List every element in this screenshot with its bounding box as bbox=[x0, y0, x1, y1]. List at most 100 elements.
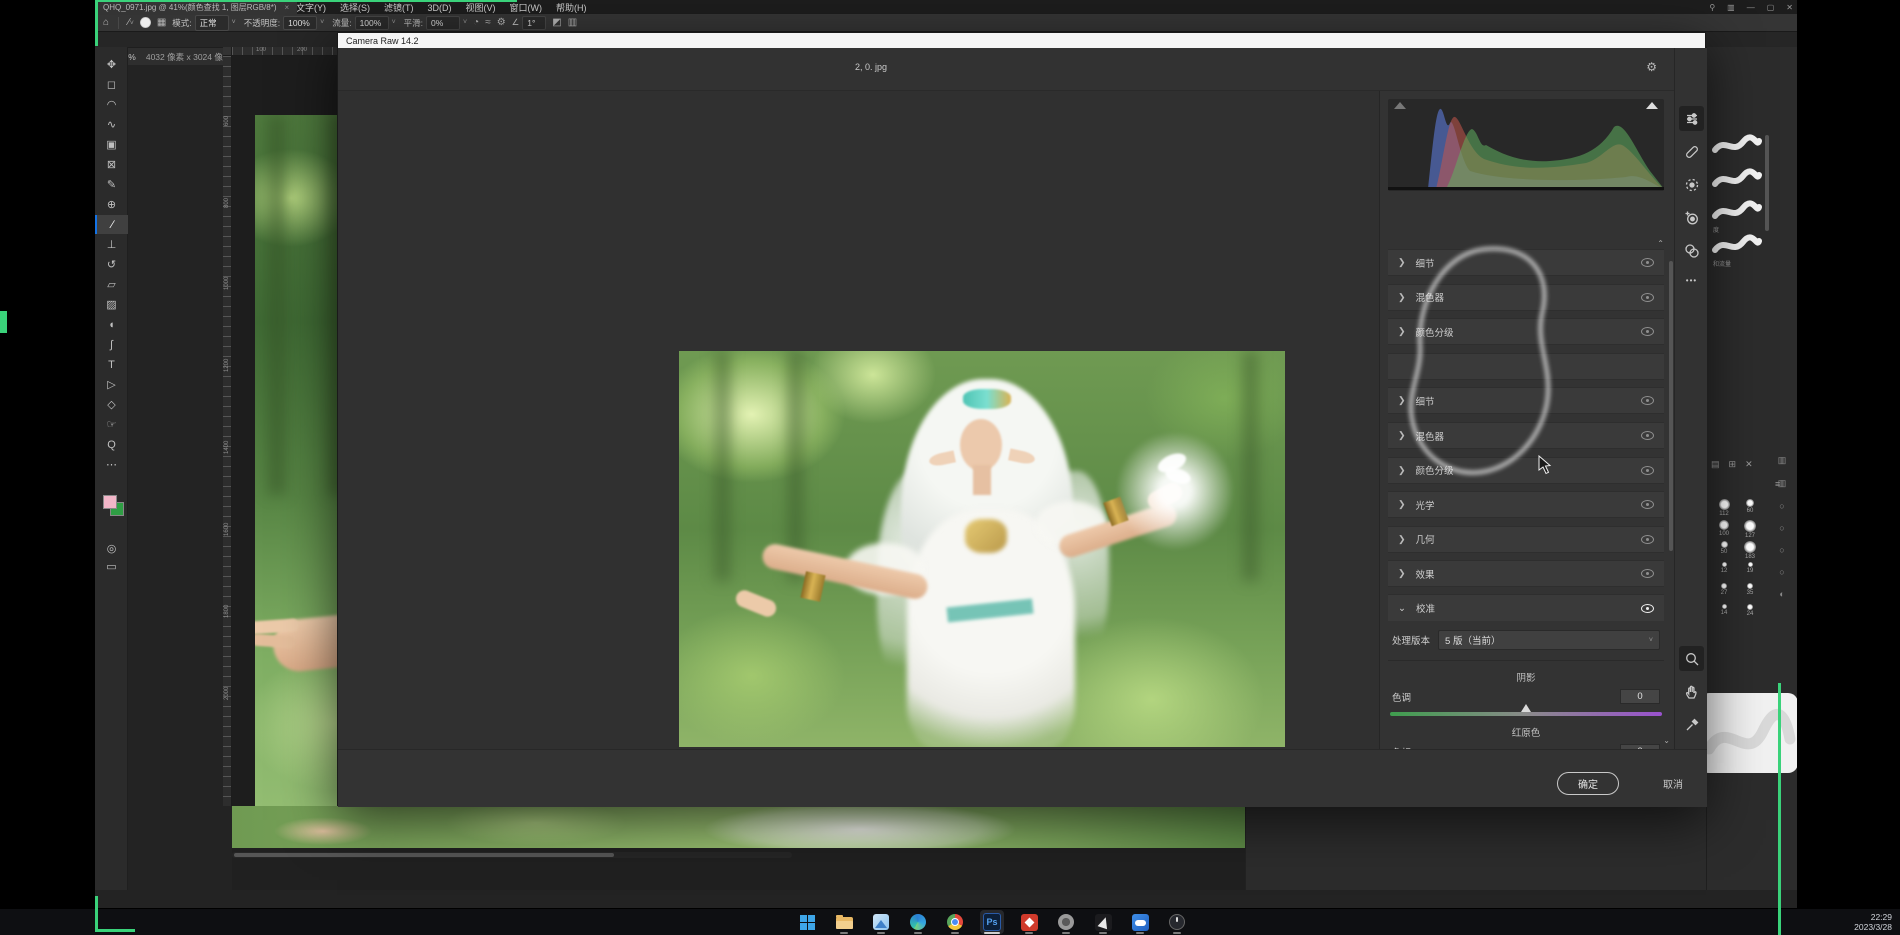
brush-preset-stroke[interactable] bbox=[1711, 233, 1763, 257]
lasso-tool[interactable]: ◠ bbox=[95, 95, 128, 114]
quick-mask-icon[interactable]: ◎ bbox=[95, 539, 128, 558]
edge-icon[interactable] bbox=[906, 910, 930, 934]
brush-tip-item[interactable]: 24 bbox=[1739, 604, 1761, 617]
highlight-clipping-icon[interactable] bbox=[1646, 102, 1658, 109]
menu-item-窗口[interactable]: 窗口(W) bbox=[503, 3, 550, 13]
brush-preset-stroke[interactable] bbox=[1711, 133, 1763, 157]
file-explorer-icon[interactable] bbox=[832, 910, 856, 934]
camera-app-icon[interactable] bbox=[1054, 910, 1078, 934]
masking-tool-icon[interactable] bbox=[1679, 172, 1704, 197]
hand-tool-icon[interactable] bbox=[1679, 679, 1704, 704]
adobe-red-app-icon[interactable] bbox=[1017, 910, 1041, 934]
foreground-color-swatch[interactable] bbox=[103, 495, 117, 509]
hand-tool[interactable]: ☞ bbox=[95, 415, 128, 434]
close-icon[interactable]: ✕ bbox=[1786, 3, 1793, 12]
airbrush-icon[interactable]: ≈ bbox=[485, 17, 491, 28]
zoom-tool[interactable]: Q bbox=[95, 435, 128, 454]
taskbar-clock[interactable]: 22:29 2023/3/28 bbox=[1854, 912, 1892, 932]
brush-tip-item[interactable]: 19 bbox=[1739, 562, 1761, 574]
scroll-up-icon[interactable]: ⌃ bbox=[1657, 239, 1664, 248]
pen-tool[interactable]: ∫ bbox=[95, 335, 128, 354]
brush-panel-toggle-icon[interactable]: ▦ bbox=[157, 17, 166, 28]
acr-panel-混色器[interactable]: ❯混色器 bbox=[1388, 422, 1664, 449]
slider-track-色调[interactable] bbox=[1390, 712, 1662, 716]
panel-eye-icon[interactable] bbox=[1641, 569, 1654, 578]
brush-tip-item[interactable]: 127 bbox=[1739, 520, 1761, 539]
pressure-size-icon[interactable]: ◩ bbox=[552, 17, 561, 28]
more-tools-icon[interactable]: ••• bbox=[1675, 276, 1708, 285]
dock-side-icon[interactable]: ▥ bbox=[1778, 455, 1787, 466]
brush-preset-stroke[interactable] bbox=[1711, 167, 1763, 191]
chrome-icon[interactable] bbox=[943, 910, 967, 934]
image-preview-area[interactable]: 适应（47%） 30% ˅ bbox=[338, 91, 1379, 749]
quick-select-tool[interactable]: ∿ bbox=[95, 115, 128, 134]
folder-icon[interactable]: ▤ bbox=[1711, 459, 1720, 470]
menu-item-选择[interactable]: 选择(S) bbox=[333, 3, 377, 13]
menu-item-视图[interactable]: 视图(V) bbox=[459, 3, 503, 13]
acr-panel-颜色分级[interactable]: ❯颜色分级 bbox=[1388, 318, 1664, 345]
option-value[interactable]: 100% bbox=[283, 16, 317, 30]
edit-tool-icon[interactable] bbox=[1679, 106, 1704, 131]
option-field-0[interactable]: 模式:正常˅ bbox=[172, 15, 235, 31]
panel-eye-icon[interactable] bbox=[1641, 466, 1654, 475]
acr-panel-细节[interactable]: ❯细节 bbox=[1388, 249, 1664, 276]
scroll-down-icon[interactable]: ⌄ bbox=[1663, 736, 1670, 745]
move-tool[interactable]: ✥ bbox=[95, 55, 128, 74]
settings-gear-icon[interactable]: ⚙ bbox=[497, 17, 506, 28]
brush-tip-item[interactable]: 27 bbox=[1713, 583, 1735, 596]
stamp-tool[interactable]: ⊥ bbox=[95, 235, 128, 254]
camera-raw-titlebar[interactable]: Camera Raw 14.2 bbox=[338, 33, 1705, 48]
presets-tool-icon[interactable] bbox=[1679, 238, 1704, 263]
option-value[interactable]: 100% bbox=[355, 16, 389, 30]
eyedropper-tool[interactable]: ✎ bbox=[95, 175, 128, 194]
ruler-origin[interactable] bbox=[223, 47, 232, 56]
brush-tip-item[interactable]: 12 bbox=[1713, 562, 1735, 574]
history-brush-tool[interactable]: ↺ bbox=[95, 255, 128, 274]
acr-panel-几何[interactable]: ❯几何 bbox=[1388, 526, 1664, 553]
dock-scrollbar[interactable] bbox=[1765, 135, 1769, 231]
acr-panel-效果[interactable]: ❯效果 bbox=[1388, 560, 1664, 587]
option-field-3[interactable]: 平滑:0%˅ bbox=[404, 16, 467, 30]
type-tool[interactable]: T bbox=[95, 355, 128, 374]
option-value[interactable]: 0% bbox=[426, 16, 460, 30]
process-version-select[interactable]: 5 版（当前） ˅ bbox=[1438, 630, 1660, 650]
option-field-1[interactable]: 不透明度:100%˅ bbox=[244, 16, 324, 30]
delete-icon[interactable]: ✕ bbox=[1745, 459, 1753, 470]
panel-eye-icon[interactable] bbox=[1641, 293, 1654, 302]
tab-close-icon[interactable]: × bbox=[285, 3, 290, 12]
panel-eye-icon[interactable] bbox=[1641, 396, 1654, 405]
healing-tool[interactable]: ⊕ bbox=[95, 195, 128, 214]
brush-preset-icon[interactable]: ∕˅ bbox=[128, 17, 134, 28]
red-eye-tool-icon[interactable] bbox=[1679, 205, 1704, 230]
healing-tool-icon[interactable] bbox=[1679, 139, 1704, 164]
calibration-header[interactable]: ⌄ 校准 bbox=[1388, 594, 1664, 621]
panel-eye-icon[interactable] bbox=[1641, 258, 1654, 267]
brush-tip-item[interactable]: 14 bbox=[1713, 604, 1735, 616]
dock-side-icon[interactable]: ○ bbox=[1779, 501, 1784, 511]
brush-tip-icon[interactable] bbox=[140, 17, 151, 28]
document-tab[interactable]: QHQ_0971.jpg @ 41%(颜色查找 1, 图层RGB/8*) × bbox=[95, 0, 297, 15]
editor-dark-app-icon[interactable] bbox=[1091, 910, 1115, 934]
preferences-gear-icon[interactable]: ⚙ bbox=[1646, 60, 1657, 74]
brush-tip-item[interactable]: 60 bbox=[1739, 499, 1761, 514]
recorder-dial-app-icon[interactable] bbox=[1165, 910, 1189, 934]
menu-item-帮助[interactable]: 帮助(H) bbox=[549, 3, 594, 13]
brush-tip-item[interactable]: 112 bbox=[1713, 499, 1735, 517]
ok-button[interactable]: 确定 bbox=[1557, 772, 1619, 795]
panel-eye-icon[interactable] bbox=[1641, 327, 1654, 336]
panel-scrollbar[interactable] bbox=[1669, 261, 1673, 551]
brush-tip-item[interactable]: 50 bbox=[1713, 541, 1735, 555]
acr-panel-光学[interactable]: ❯光学 bbox=[1388, 491, 1664, 518]
workspace-icon[interactable]: ▥ bbox=[1727, 3, 1735, 12]
cancel-button[interactable]: 取消 bbox=[1663, 776, 1683, 791]
dock-side-icon[interactable]: ○ bbox=[1779, 523, 1784, 533]
brush-tip-item[interactable]: 35 bbox=[1739, 583, 1761, 596]
dock-side-icon[interactable]: ○ bbox=[1779, 545, 1784, 555]
maximize-icon[interactable]: ▢ bbox=[1767, 3, 1775, 12]
brush-preset-stroke[interactable] bbox=[1711, 199, 1763, 223]
horizontal-scrollbar[interactable] bbox=[232, 852, 792, 858]
more-tools[interactable]: ⋯ bbox=[95, 455, 128, 474]
search-icon[interactable]: ⚲ bbox=[1709, 3, 1715, 12]
pressure-opacity-icon[interactable]: ◔ bbox=[473, 17, 479, 28]
gradient-tool[interactable]: ▨ bbox=[95, 295, 128, 314]
